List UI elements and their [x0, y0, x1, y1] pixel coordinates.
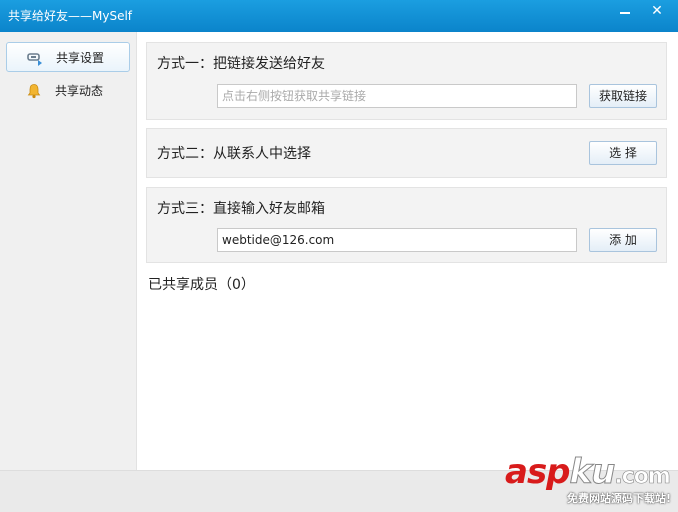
title-bar[interactable]: 共享给好友——MySelf ✕ — [0, 0, 678, 32]
email-share-panel: 方式三：直接输入好友邮箱 添 加 — [146, 187, 667, 263]
sidebar-item-share-activity[interactable]: 共享动态 — [6, 76, 130, 106]
link-share-panel: 方式一：把链接发送给好友 获取链接 — [146, 42, 667, 120]
email-input[interactable] — [217, 228, 577, 252]
email-share-title: 方式三：直接输入好友邮箱 — [157, 201, 325, 217]
select-contact-button[interactable]: 选 择 — [589, 141, 657, 165]
watermark: aspku.com 免费网站源码下载站! — [505, 452, 675, 510]
sidebar-item-share-settings[interactable]: 共享设置 — [6, 42, 130, 72]
shared-members-label: 已共享成员（0） — [148, 277, 255, 293]
bell-icon — [26, 83, 42, 99]
minimize-button[interactable] — [608, 0, 642, 24]
watermark-subtitle: 免费网站源码下载站! — [567, 492, 672, 505]
share-window: 共享给好友——MySelf ✕ 共享设置 共享动态 方式一：把链接发送给好友 点… — [0, 0, 678, 512]
get-link-button[interactable]: 获取链接 — [589, 84, 657, 108]
watermark-logo-com: .com — [614, 464, 671, 490]
watermark-logo-ku: ku — [569, 452, 616, 493]
close-button[interactable]: ✕ — [640, 0, 674, 24]
window-title: 共享给好友——MySelf — [8, 9, 133, 23]
close-icon: ✕ — [651, 3, 663, 19]
share-link-input[interactable] — [217, 84, 577, 108]
link-share-title: 方式一：把链接发送给好友 — [157, 56, 325, 72]
watermark-logo-asp: asp — [505, 452, 571, 492]
contacts-share-title: 方式二：从联系人中选择 — [157, 146, 311, 162]
sidebar: 共享设置 共享动态 — [0, 32, 137, 470]
watermark-logo: aspku.com — [505, 452, 671, 497]
add-email-button[interactable]: 添 加 — [589, 228, 657, 252]
sidebar-item-label: 共享设置 — [56, 51, 105, 65]
sidebar-item-label: 共享动态 — [55, 84, 104, 98]
share-settings-icon — [27, 50, 43, 66]
contacts-share-panel: 方式二：从联系人中选择 选 择 — [146, 128, 667, 178]
